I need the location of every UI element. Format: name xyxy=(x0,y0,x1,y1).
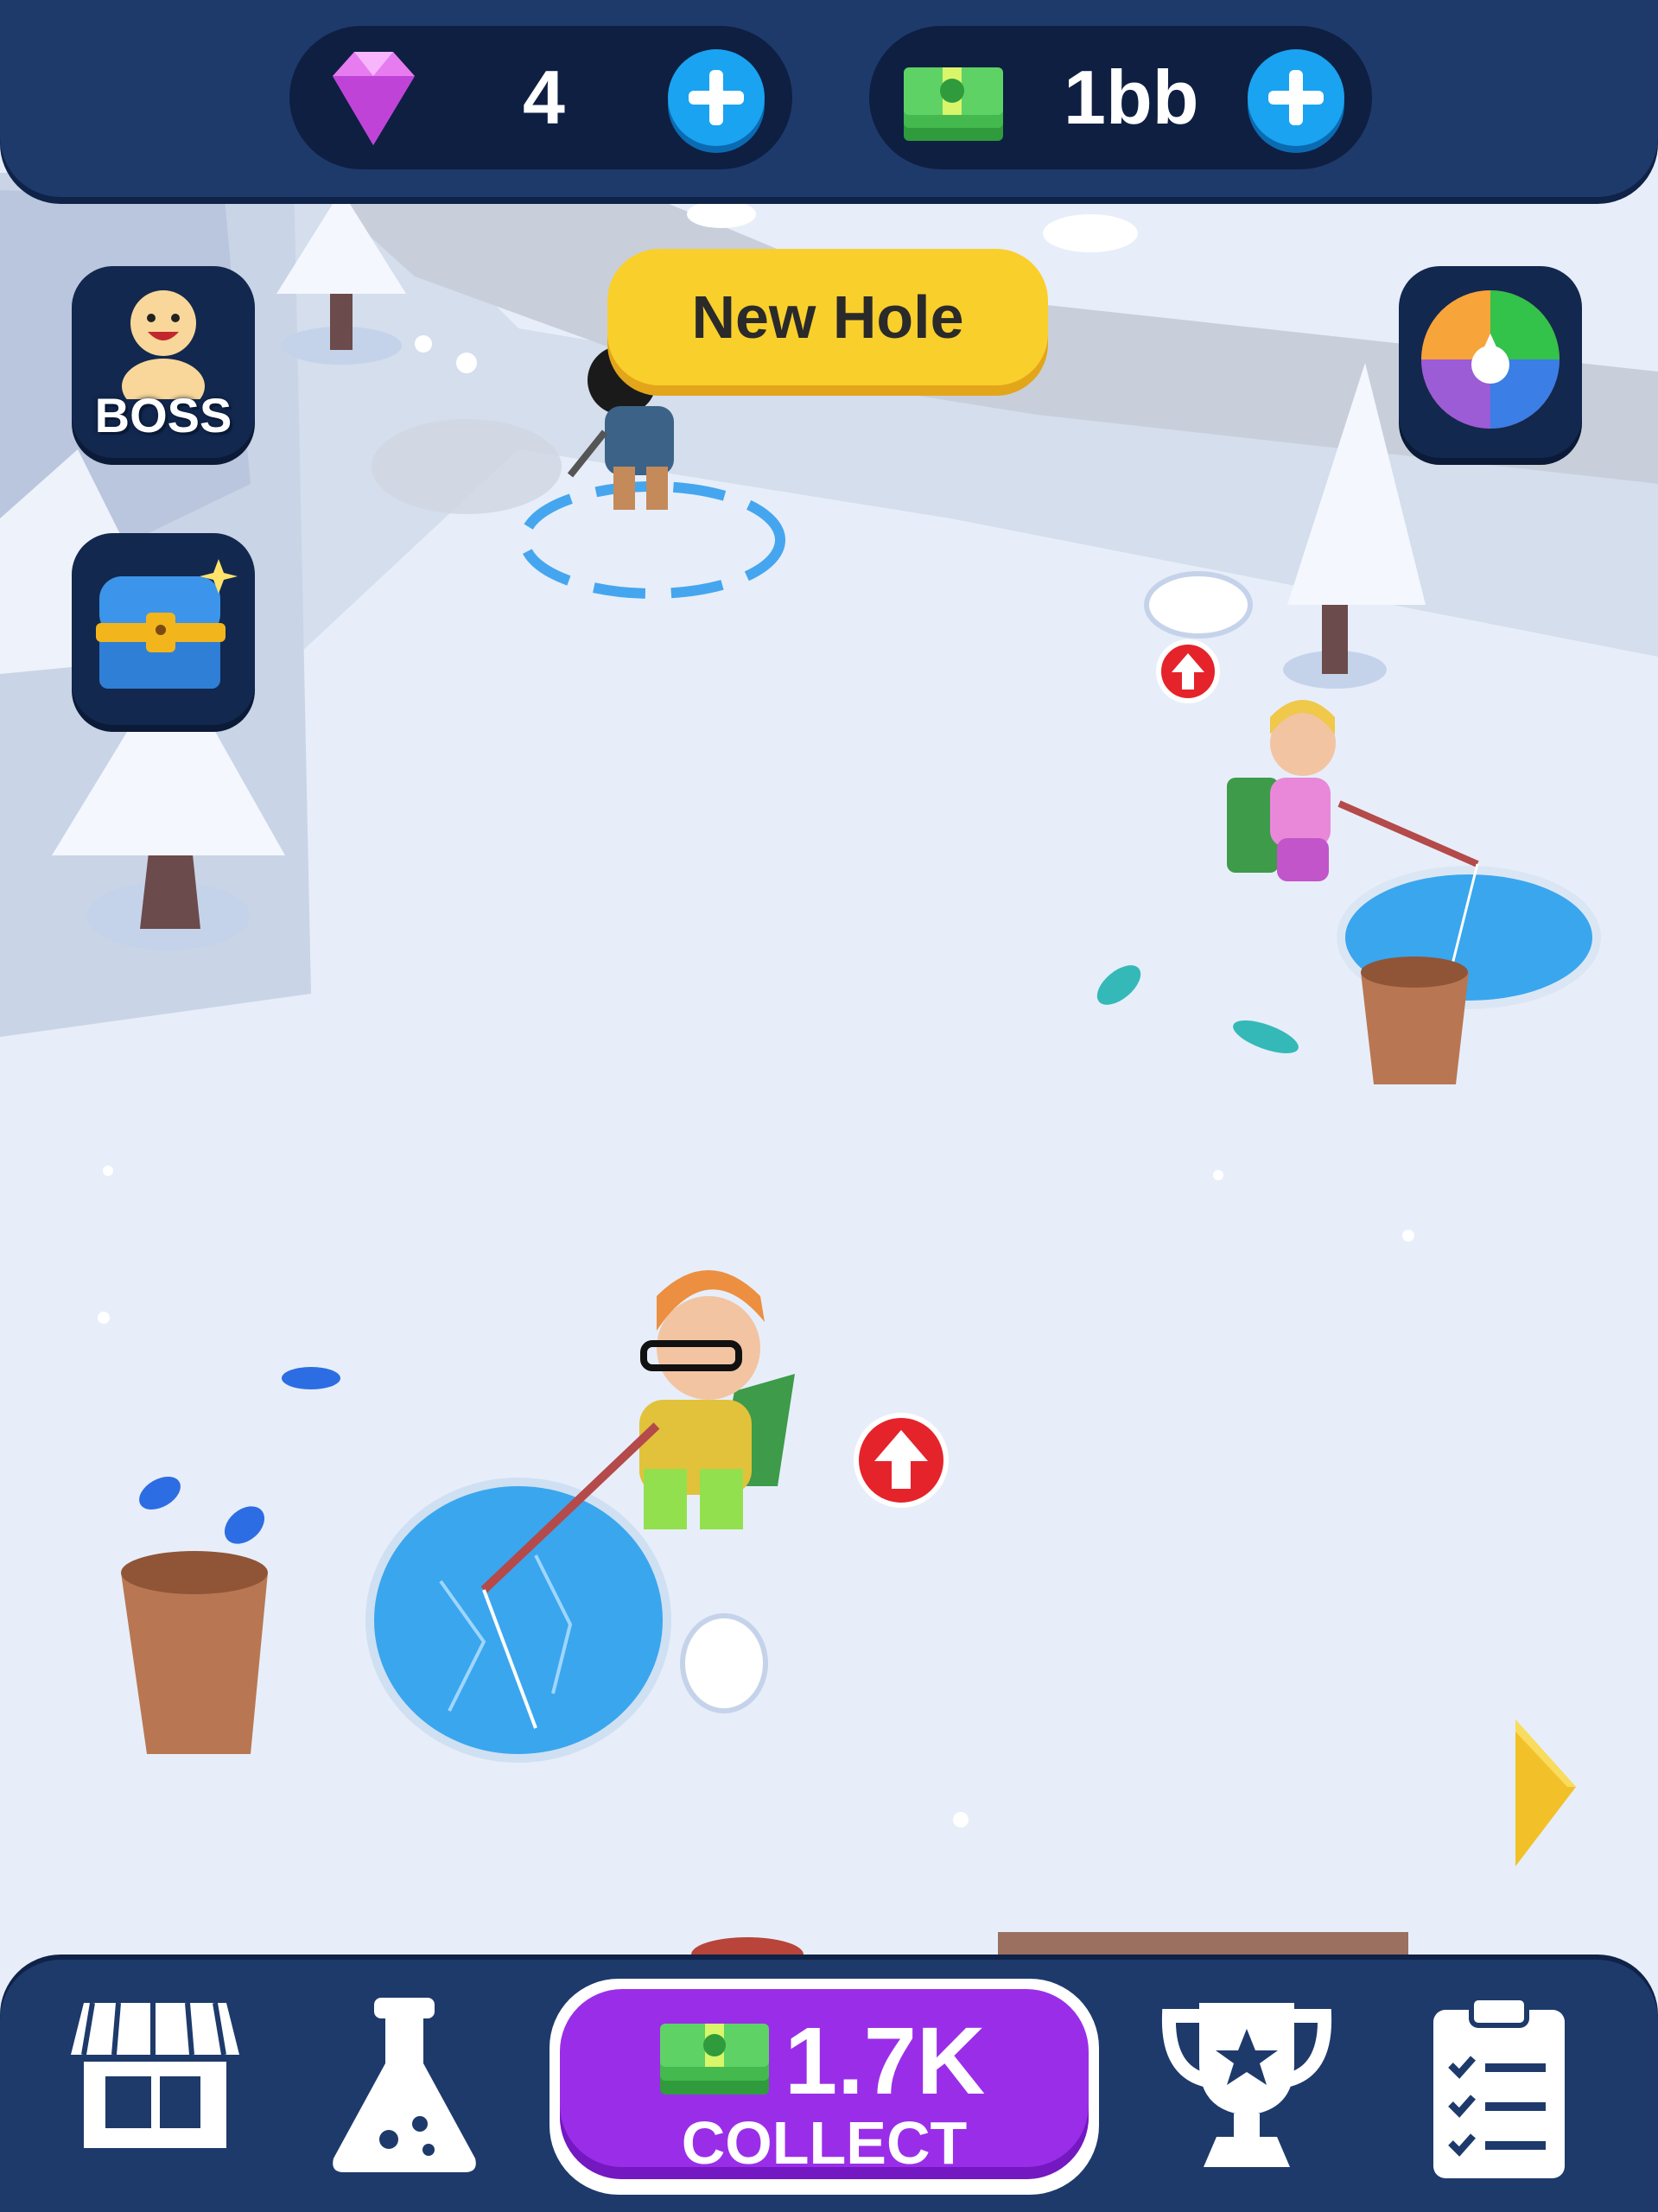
bottom-bar: 1.7K COLLECT xyxy=(0,1960,1658,2212)
boss-label: BOSS xyxy=(94,388,232,442)
chest-button[interactable] xyxy=(72,533,255,725)
spin-wheel-button[interactable] xyxy=(1399,266,1582,458)
gems-counter: 4 xyxy=(289,26,792,169)
boss-icon xyxy=(122,290,205,399)
upgrade-arrow-icon[interactable] xyxy=(1156,639,1220,703)
flask-icon xyxy=(333,1998,476,2172)
collect-button[interactable]: 1.7K COLLECT xyxy=(549,1979,1099,2195)
spin-wheel-icon xyxy=(1421,290,1560,429)
new-hole-button[interactable]: New Hole xyxy=(607,249,1048,385)
shop-icon xyxy=(71,2002,239,2148)
gems-value: 4 xyxy=(523,54,565,140)
cash-value: 1bb xyxy=(1064,54,1199,140)
upgrade-arrow-icon[interactable] xyxy=(854,1413,949,1508)
collect-label: COLLECT xyxy=(681,2109,968,2177)
cash-counter: 1bb xyxy=(869,26,1372,169)
shop-button[interactable] xyxy=(67,1994,239,2184)
add-gems-button[interactable] xyxy=(668,49,765,146)
collect-amount: 1.7K xyxy=(785,2008,986,2114)
collect-panel: 1.7K COLLECT xyxy=(560,1989,1089,2179)
cash-icon xyxy=(904,67,1003,141)
bucket-right xyxy=(1361,957,1469,1084)
boss-button[interactable]: BOSS xyxy=(72,266,255,458)
next-arrow-icon[interactable] xyxy=(1510,1719,1579,1866)
bucket-left xyxy=(121,1551,268,1754)
lab-button[interactable] xyxy=(327,1994,499,2184)
tasks-button[interactable] xyxy=(1430,1994,1603,2184)
add-cash-button[interactable] xyxy=(1248,49,1344,146)
top-bar: 4 1bb xyxy=(0,0,1658,197)
clipboard-icon xyxy=(1433,1995,1565,2178)
cash-icon xyxy=(660,2024,769,2094)
treasure-chest-icon xyxy=(96,559,238,689)
trophy-button[interactable] xyxy=(1160,1994,1333,2184)
gem-icon xyxy=(333,52,415,145)
trophy-icon xyxy=(1161,2003,1332,2167)
